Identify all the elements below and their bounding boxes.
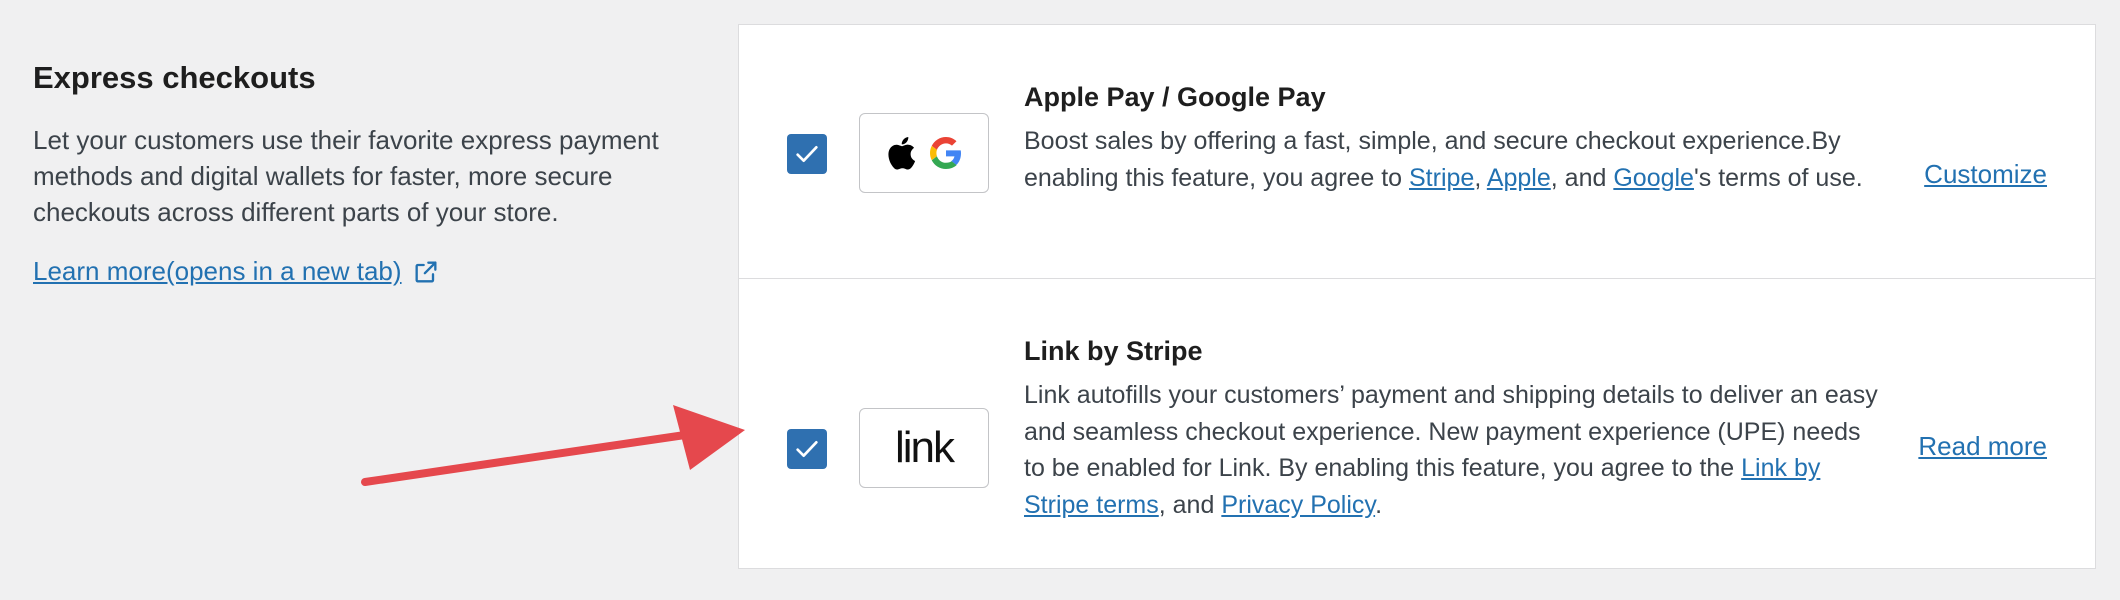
customize-link[interactable]: Customize xyxy=(1924,159,2047,190)
checkmark-icon xyxy=(796,441,818,457)
read-more-link[interactable]: Read more xyxy=(1918,431,2047,462)
apple-google-pay-logo xyxy=(859,113,989,193)
separator: , and xyxy=(1550,163,1614,192)
section-intro: Express checkouts Let your customers use… xyxy=(33,56,693,287)
apple-google-pay-description: Boost sales by offering a fast, simple, … xyxy=(1024,123,1884,196)
arrow-shaft xyxy=(361,431,689,486)
separator: , xyxy=(1474,163,1487,192)
external-link-icon xyxy=(415,261,437,282)
apple-google-pay-checkbox[interactable] xyxy=(787,134,827,174)
link-logo: link xyxy=(859,408,989,488)
apple-icon xyxy=(888,137,916,170)
link-by-stripe-content: Link by Stripe Link autofills your custo… xyxy=(1024,331,1884,523)
privacy-policy-link[interactable]: Privacy Policy xyxy=(1221,491,1375,519)
google-terms-link[interactable]: Google xyxy=(1613,164,1694,192)
link-by-stripe-description: Link autofills your customers’ payment a… xyxy=(1024,377,1884,523)
checkmark-icon xyxy=(796,146,818,162)
learn-more-label: Learn more(opens in a new tab) xyxy=(33,256,402,286)
apple-terms-link[interactable]: Apple xyxy=(1487,164,1551,192)
separator: , and xyxy=(1158,490,1222,519)
link-desc-tail: . xyxy=(1375,490,1383,519)
payment-method-row-apple-google-pay: Apple Pay / Google Pay Boost sales by of… xyxy=(739,25,2095,279)
link-logo-text: link xyxy=(894,423,955,472)
express-checkouts-settings: Express checkouts Let your customers use… xyxy=(0,0,2120,600)
apple-google-pay-desc-tail: 's terms of use. xyxy=(1693,163,1863,192)
red-arrow-annotation xyxy=(361,405,745,486)
apple-google-pay-title: Apple Pay / Google Pay xyxy=(1024,82,1326,112)
payment-method-row-link-by-stripe: link Link by Stripe Link autofills your … xyxy=(739,279,2095,569)
section-title: Express checkouts xyxy=(33,60,316,95)
learn-more-link[interactable]: Learn more(opens in a new tab) xyxy=(33,256,440,287)
stripe-terms-link[interactable]: Stripe xyxy=(1409,164,1474,192)
google-icon xyxy=(930,137,961,169)
section-description: Let your customers use their favorite ex… xyxy=(33,125,659,227)
arrow-head xyxy=(673,405,745,470)
payment-methods-card: Apple Pay / Google Pay Boost sales by of… xyxy=(738,24,2096,569)
apple-google-pay-content: Apple Pay / Google Pay Boost sales by of… xyxy=(1024,77,1884,196)
link-by-stripe-title: Link by Stripe xyxy=(1024,336,1203,366)
link-by-stripe-checkbox[interactable] xyxy=(787,429,827,469)
